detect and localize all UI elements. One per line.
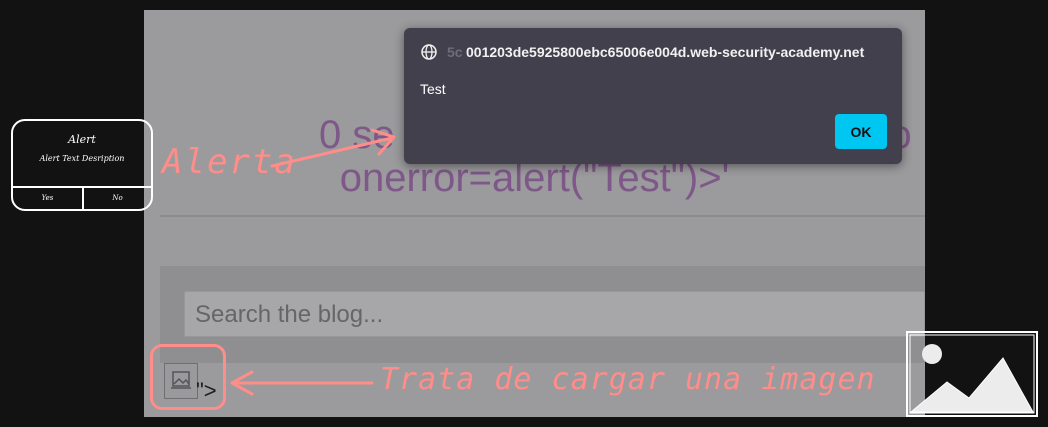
alerta-annotation: Alerta	[162, 142, 297, 182]
image-placeholder-icon	[906, 331, 1038, 417]
sketch-yes-button: Yes	[41, 194, 54, 202]
sketch-description: Alert Text Desription	[39, 154, 125, 163]
trata-annotation: Trata de cargar una imagen	[380, 362, 876, 397]
sketch-title: Alert	[68, 133, 96, 146]
sketch-no-button: No	[112, 194, 123, 202]
highlight-box	[150, 344, 226, 410]
alert-sketch: Alert Alert Text Desription Yes No	[11, 119, 153, 211]
